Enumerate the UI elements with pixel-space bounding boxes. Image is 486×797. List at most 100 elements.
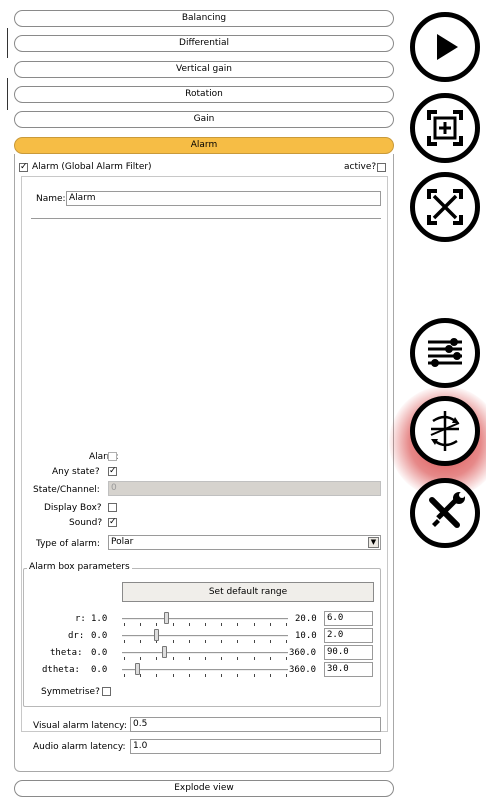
alarm-filter-label: Alarm (Global Alarm Filter) — [32, 162, 152, 172]
section-balancing[interactable]: Balancing — [14, 10, 394, 27]
slider-tick — [237, 623, 239, 626]
slider-tick — [286, 657, 287, 660]
slider-tick — [124, 623, 125, 626]
slider-tick — [172, 623, 174, 626]
display-box-checkbox[interactable] — [108, 503, 117, 512]
slider-tick — [124, 657, 125, 660]
slider-max-value: 20.0 — [295, 614, 317, 624]
tools-icon — [429, 492, 465, 528]
sound-label: Sound? — [69, 518, 103, 528]
slider-handle[interactable] — [154, 629, 159, 641]
active-label: active? — [344, 162, 377, 172]
chevron-down-icon[interactable]: ▼ — [368, 537, 379, 548]
slider-handle[interactable] — [163, 612, 169, 624]
slider-tick — [140, 674, 142, 677]
slider-tick — [221, 674, 223, 677]
slider-tick — [140, 657, 142, 660]
alarm-filter-checkbox[interactable] — [19, 163, 28, 172]
slider-min-value: 0.0 — [91, 648, 108, 658]
play-icon — [437, 34, 458, 60]
slider-tick — [221, 640, 223, 643]
slider-label: dtheta: — [42, 665, 80, 675]
active-checkbox[interactable] — [377, 163, 386, 172]
slider-tick — [156, 674, 158, 677]
slider-tick — [237, 640, 239, 643]
slider-tick — [221, 657, 223, 660]
symmetrise-checkbox[interactable] — [102, 687, 111, 696]
tools-button[interactable] — [410, 478, 480, 548]
slider-track[interactable] — [122, 652, 288, 654]
state-channel-input[interactable]: 0 — [108, 481, 381, 496]
section-alarm[interactable]: Alarm — [14, 137, 394, 154]
fit-view-icon — [427, 110, 463, 146]
slider-value-input[interactable]: 2.0 — [324, 628, 373, 643]
any-state-label: Any state? — [52, 467, 100, 477]
play-button[interactable] — [410, 12, 480, 82]
slider-tick — [286, 640, 287, 643]
slider-handle[interactable] — [134, 663, 140, 675]
axis-rotate-button[interactable] — [410, 396, 480, 466]
slider-max-value: 360.0 — [289, 665, 317, 675]
slider-tick — [124, 674, 125, 677]
slider-tick — [172, 674, 174, 677]
slider-tick — [188, 640, 190, 643]
expand-button[interactable] — [410, 172, 480, 242]
sound-checkbox[interactable] — [108, 518, 117, 527]
expand-icon — [427, 189, 463, 225]
slider-label: dr: — [68, 631, 85, 641]
slider-tick — [205, 623, 206, 626]
slider-tick — [286, 623, 287, 626]
slider-track[interactable] — [122, 618, 288, 620]
slider-value-input[interactable]: 90.0 — [324, 645, 373, 660]
slider-tick — [124, 640, 125, 643]
slider-tick — [237, 657, 239, 660]
slider-handle[interactable] — [162, 646, 167, 658]
slider-label: theta: — [50, 648, 83, 658]
slider-value-input[interactable]: 6.0 — [324, 611, 373, 626]
audio-latency-input[interactable]: 1.0 — [130, 739, 381, 754]
slider-tick — [286, 674, 287, 677]
slider-tick — [156, 623, 158, 626]
slider-track[interactable] — [122, 669, 288, 671]
slider-max-value: 10.0 — [295, 631, 317, 641]
fit-view-button[interactable] — [410, 93, 480, 163]
sliders-button[interactable] — [410, 318, 480, 388]
slider-max-value: 360.0 — [289, 648, 317, 658]
edge-mark — [7, 78, 8, 110]
name-input[interactable]: Alarm — [66, 191, 381, 206]
slider-tick — [205, 640, 206, 643]
slider-tick — [140, 640, 142, 643]
slider-min-value: 0.0 — [91, 665, 108, 675]
display-box-label: Display Box? — [44, 503, 102, 513]
slider-tick — [156, 657, 158, 660]
name-label: Name: — [36, 194, 66, 204]
slider-value-input[interactable]: 30.0 — [324, 662, 373, 677]
set-default-range-button[interactable]: Set default range — [122, 582, 374, 602]
section-rotation[interactable]: Rotation — [14, 86, 394, 103]
section-explode-view[interactable]: Explode view — [14, 780, 394, 797]
slider-tick — [172, 640, 174, 643]
slider-track[interactable] — [122, 635, 288, 637]
any-state-checkbox[interactable] — [108, 467, 117, 476]
alarm-checkbox[interactable] — [108, 452, 117, 461]
axis-rotate-icon — [430, 411, 460, 451]
slider-min-value: 1.0 — [91, 614, 108, 624]
symmetrise-label: Symmetrise? — [41, 687, 100, 697]
slider-tick — [253, 657, 255, 660]
edge-mark — [7, 28, 8, 58]
section-vertical-gain[interactable]: Vertical gain — [14, 61, 394, 78]
slider-label: r: — [75, 614, 86, 624]
visual-latency-input[interactable]: 0.5 — [130, 717, 381, 732]
slider-tick — [269, 674, 271, 677]
visual-latency-label: Visual alarm latency: — [33, 721, 127, 731]
section-differential[interactable]: Differential — [14, 35, 394, 52]
slider-tick — [253, 623, 255, 626]
audio-latency-label: Audio alarm latency: — [33, 742, 126, 752]
slider-tick — [172, 657, 174, 660]
type-of-alarm-select[interactable]: Polar ▼ — [108, 535, 381, 550]
type-of-alarm-value: Polar — [111, 537, 134, 547]
slider-min-value: 0.0 — [91, 631, 108, 641]
state-channel-label: State/Channel: — [33, 485, 100, 495]
section-gain[interactable]: Gain — [14, 111, 394, 128]
slider-tick — [188, 623, 190, 626]
